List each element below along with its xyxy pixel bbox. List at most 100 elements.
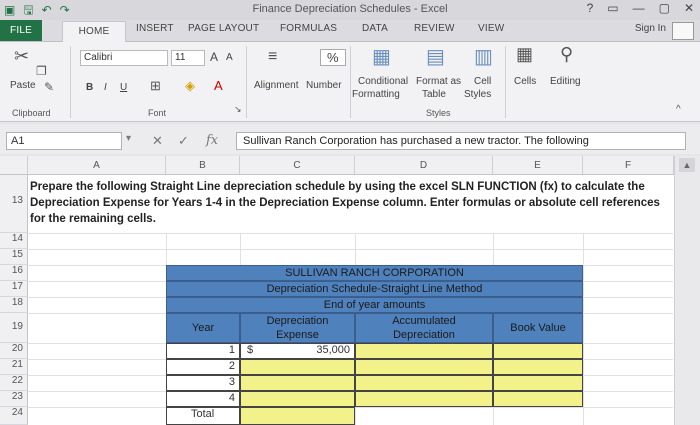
conditional-formatting-label2[interactable]: Formatting [352,89,400,100]
font-name-select[interactable]: Calibri [80,50,168,66]
tab-home[interactable]: HOME [62,21,126,42]
bold-button[interactable]: B [86,82,93,93]
row-header[interactable]: 16 [0,265,28,281]
book-value-cell[interactable] [493,359,583,375]
row-header[interactable]: 22 [0,375,28,391]
row-header[interactable]: 24 [0,407,28,425]
collapse-ribbon-icon[interactable]: ^ [676,104,681,115]
cell-styles-label1[interactable]: Cell [474,76,491,87]
paste-button[interactable]: Paste [10,80,36,91]
copy-icon[interactable]: ❐ [36,64,47,78]
total-label-cell[interactable]: Total [166,407,240,425]
format-painter-icon[interactable]: ✎ [44,80,54,94]
maximize-icon[interactable]: ▢ [659,1,670,15]
instructions-text[interactable]: Prepare the following Straight Line depr… [30,179,670,227]
row-header[interactable]: 19 [0,313,28,343]
column-header-f[interactable]: F [583,156,674,175]
help-icon[interactable]: ? [587,1,594,15]
accumulated-cell[interactable] [355,359,493,375]
borders-icon[interactable]: ⊞ [150,78,161,94]
tab-review[interactable]: REVIEW [414,23,455,34]
sign-in-link[interactable]: Sign In [635,23,666,34]
tab-file[interactable]: FILE [0,20,42,41]
row-header[interactable]: 18 [0,297,28,313]
insert-function-icon[interactable]: fx [206,133,218,148]
book-value-cell[interactable] [493,391,583,407]
row-header[interactable]: 15 [0,249,28,265]
cut-icon[interactable]: ✂ [14,46,29,67]
font-dialog-launcher-icon[interactable]: ↘ [234,104,242,115]
enter-icon[interactable]: ✓ [178,133,189,149]
cell-styles-icon[interactable]: ▥ [474,44,493,69]
row-header[interactable]: 20 [0,343,28,359]
row-header[interactable]: 17 [0,281,28,297]
alignment-icon[interactable]: ≡ [268,48,277,66]
format-as-table-label1[interactable]: Format as [416,76,461,87]
format-as-table-label2[interactable]: Table [422,89,446,100]
name-box[interactable]: A1 [6,132,122,150]
year-cell[interactable]: 3 [166,375,240,391]
depreciation-cell[interactable] [240,375,355,391]
cancel-icon[interactable]: ✕ [152,133,163,149]
tab-page-layout[interactable]: PAGE LAYOUT [188,23,259,34]
depreciation-cell[interactable] [240,359,355,375]
editing-button[interactable]: Editing [550,76,581,87]
underline-button[interactable]: U [120,82,127,93]
schedule-period[interactable]: End of year amounts [166,297,583,313]
minimize-icon[interactable]: — [633,1,645,15]
row-header[interactable]: 13 [0,175,28,233]
cells-icon[interactable]: ▦ [516,44,533,65]
accumulated-cell[interactable] [355,343,493,359]
tab-formulas[interactable]: FORMULAS [280,23,337,34]
conditional-formatting-label1[interactable]: Conditional [358,76,408,87]
font-size-select[interactable]: 11 [171,50,205,66]
accumulated-cell[interactable] [355,391,493,407]
first-balance-cell[interactable]: $ 35,000 [240,343,355,359]
chevron-down-icon[interactable]: ▾ [126,133,131,144]
column-header-d[interactable]: D [355,156,493,175]
shrink-font-button[interactable]: A [226,52,233,63]
fill-color-icon[interactable]: ◈ [185,78,195,94]
grow-font-button[interactable]: A [210,50,218,64]
cell-styles-label2[interactable]: Styles [464,89,491,100]
tab-data[interactable]: DATA [362,23,388,34]
row-header[interactable]: 21 [0,359,28,375]
column-header-b[interactable]: B [166,156,240,175]
ribbon-display-icon[interactable]: ▭ [607,1,618,15]
header-book-value[interactable]: Book Value [493,313,583,343]
header-accumulated-depreciation[interactable]: Accumulated Depreciation [355,313,493,343]
conditional-formatting-icon[interactable]: ▦ [372,44,391,69]
year-cell[interactable]: 2 [166,359,240,375]
column-header-e[interactable]: E [493,156,583,175]
row-header[interactable]: 14 [0,233,28,249]
italic-button[interactable]: I [104,82,107,93]
column-header-a[interactable]: A [28,156,166,175]
row-header[interactable]: 23 [0,391,28,407]
cells-button[interactable]: Cells [514,76,536,87]
vertical-scrollbar[interactable]: ▲ [674,156,700,425]
alignment-button[interactable]: Alignment [254,80,298,91]
number-format-icon[interactable]: % [320,49,346,66]
scroll-up-icon[interactable]: ▲ [679,158,695,172]
header-depreciation-expense[interactable]: Depreciation Expense [240,313,355,343]
close-icon[interactable]: ✕ [684,1,694,15]
formula-input[interactable]: Sullivan Ranch Corporation has purchased… [236,132,686,150]
header-year[interactable]: Year [166,313,240,343]
total-depreciation-cell[interactable] [240,407,355,425]
tab-view[interactable]: VIEW [478,23,504,34]
accumulated-cell[interactable] [355,375,493,391]
number-button[interactable]: Number [306,80,342,91]
column-header-c[interactable]: C [240,156,355,175]
year-cell[interactable]: 4 [166,391,240,407]
schedule-subtitle[interactable]: Depreciation Schedule-Straight Line Meth… [166,281,583,297]
format-as-table-icon[interactable]: ▤ [426,44,445,69]
book-value-cell[interactable] [493,375,583,391]
depreciation-cell[interactable] [240,391,355,407]
select-all[interactable] [0,156,28,175]
schedule-title[interactable]: SULLIVAN RANCH CORPORATION [166,265,583,281]
tab-insert[interactable]: INSERT [136,23,174,34]
book-value-cell[interactable] [493,343,583,359]
font-color-icon[interactable]: A [214,78,223,93]
find-icon[interactable]: ⚲ [560,44,573,65]
year-cell[interactable]: 1 [166,343,240,359]
